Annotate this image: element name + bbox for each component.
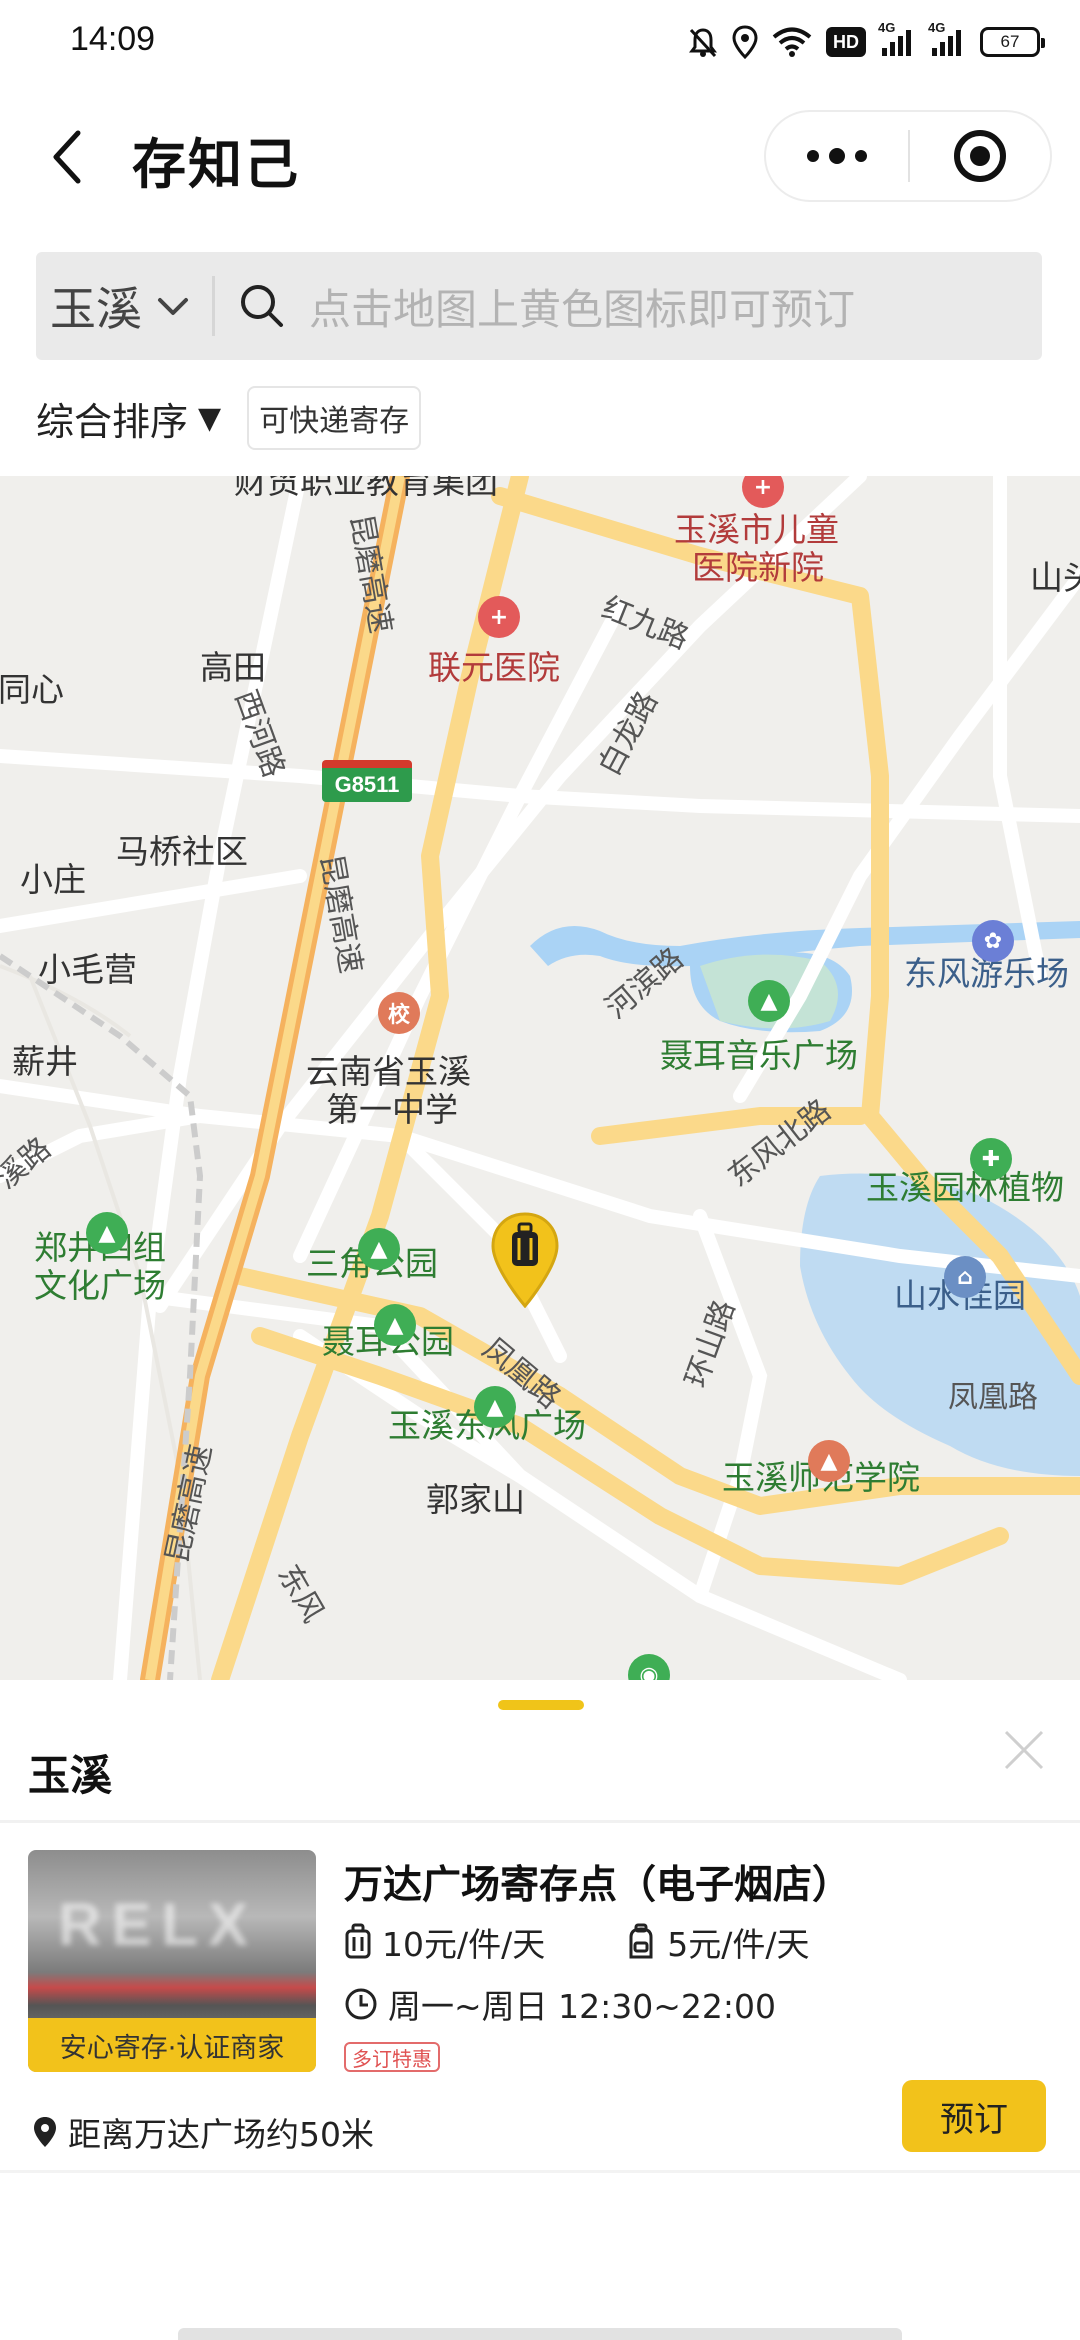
- distance-row: 距离万达广场约50米: [32, 2108, 374, 2156]
- school-icon[interactable]: 校: [378, 992, 420, 1034]
- certified-badge: 安心寄存·认证商家: [28, 2018, 316, 2072]
- park-icon[interactable]: ▲: [86, 1212, 128, 1254]
- map-view[interactable]: 财贸职业教育集团 玉溪市儿童 医院新院 山头 红九路 联元医院 高田 同心 西河…: [0, 476, 1080, 1680]
- network-type-label: 4G: [878, 20, 896, 35]
- map-label: 小庄: [20, 860, 86, 899]
- network-type-label: 4G: [928, 20, 946, 35]
- home-indicator[interactable]: [178, 2328, 902, 2340]
- close-mini-program-button[interactable]: [910, 112, 1050, 200]
- map-label: 同心: [0, 670, 64, 709]
- map-label: 高田: [200, 648, 266, 687]
- filter-row: 综合排序 ▼ 可快递寄存: [36, 386, 422, 450]
- more-dots-icon: [829, 148, 845, 164]
- map-label: 凤凰路: [948, 1380, 1038, 1415]
- store-name: 万达广场寄存点（电子烟店）: [344, 1863, 852, 1908]
- express-storage-filter-chip[interactable]: 可快递寄存: [247, 386, 422, 450]
- map-label: 财贸职业教育集团: [234, 476, 498, 501]
- park-icon[interactable]: ▲: [374, 1304, 416, 1346]
- bell-off-icon: [689, 28, 717, 58]
- distance-text: 距离万达广场约50米: [68, 2115, 374, 2154]
- map-label: 山头: [1030, 558, 1080, 597]
- garden-icon[interactable]: ✚: [970, 1138, 1012, 1180]
- search-bar: 玉溪 点击地图上黄色图标即可预订: [36, 252, 1042, 360]
- map-label: 马桥社区: [116, 832, 248, 871]
- clock-icon: [345, 1988, 377, 2020]
- map-label: 第一中学: [326, 1090, 458, 1129]
- map-label: 聂耳音乐广场: [660, 1036, 858, 1075]
- backpack-icon: [629, 1923, 653, 1959]
- page-title: 存知己: [132, 133, 300, 196]
- map-label: 文化广场: [34, 1266, 166, 1305]
- more-button[interactable]: [766, 112, 908, 200]
- sort-label: 综合排序: [36, 399, 189, 444]
- divider: [0, 1820, 1080, 1823]
- map-label: 玉溪市儿童: [674, 510, 839, 549]
- map-label: 联元医院: [428, 648, 560, 687]
- search-divider: [212, 276, 215, 336]
- hours-row: 周一~周日 12:30~22:00: [344, 1980, 776, 2028]
- book-button[interactable]: 预订: [902, 2080, 1046, 2152]
- chevron-left-icon: [53, 130, 81, 184]
- hd-icon: HD: [826, 27, 866, 57]
- park-icon[interactable]: ▲: [748, 980, 790, 1022]
- price-row: 10元/件/天 5元/件/天: [344, 1918, 809, 1966]
- close-icon[interactable]: [1000, 1726, 1048, 1774]
- luggage-price: 10元/件/天: [382, 1925, 546, 1964]
- signal-icon: 4G: [878, 20, 916, 58]
- university-icon[interactable]: ▲: [808, 1440, 850, 1482]
- battery-icon: 67: [980, 27, 1045, 57]
- promo-tag: 多订特惠: [344, 2042, 440, 2072]
- storage-location-pin-icon[interactable]: [490, 1212, 560, 1308]
- map-label: 医院新院: [692, 548, 824, 587]
- signal-icon: 4G: [928, 20, 966, 58]
- triangle-down-icon: ▼: [198, 400, 222, 436]
- location-pin-icon: [34, 2117, 56, 2147]
- hospital-icon[interactable]: +: [478, 596, 520, 638]
- city-name: 玉溪: [50, 282, 142, 336]
- map-label: 云南省玉溪: [306, 1052, 471, 1091]
- more-dots-icon: [807, 150, 819, 162]
- status-bar: 14:09 HD 4G 4G 67: [0, 0, 1080, 84]
- store-thumbnail: RELX 安心寄存·认证商家: [28, 1850, 316, 2072]
- park-icon[interactable]: ▲: [358, 1228, 400, 1270]
- sheet-handle[interactable]: [498, 1700, 584, 1710]
- status-time: 14:09: [70, 20, 156, 58]
- thumbnail-sign-text: RELX: [58, 1891, 259, 1958]
- sheet-title: 玉溪: [28, 1751, 113, 1800]
- target-icon: [953, 130, 1006, 182]
- highway-badge: G8511: [322, 760, 412, 802]
- residential-icon[interactable]: ⌂: [944, 1256, 986, 1298]
- nav-bar: 存知己: [0, 100, 1080, 212]
- mini-program-capsule: [764, 110, 1052, 202]
- park-icon[interactable]: ▲: [474, 1386, 516, 1428]
- map-label: 小毛营: [38, 950, 137, 989]
- store-list-sheet: 玉溪 RELX 安心寄存·认证商家 万达广场寄存点（电子烟店） 10元/件/天: [0, 1680, 1080, 2340]
- store-card[interactable]: RELX 安心寄存·认证商家 万达广场寄存点（电子烟店） 10元/件/天 5元/…: [0, 1830, 1080, 2170]
- chevron-down-icon: [158, 298, 188, 315]
- sort-dropdown[interactable]: 综合排序 ▼: [36, 391, 221, 446]
- search-icon: [241, 285, 283, 327]
- luggage-icon: [345, 1923, 371, 1959]
- status-icons: HD 4G 4G 67: [688, 20, 1045, 62]
- wifi-icon: [772, 27, 812, 57]
- app-root: 14:09 HD 4G 4G 67 存知己 玉溪 点击地图上黄色图标即可预订 综…: [0, 0, 1080, 2340]
- back-button[interactable]: [36, 122, 96, 192]
- city-selector[interactable]: 玉溪: [36, 252, 190, 360]
- search-input[interactable]: 点击地图上黄色图标即可预订: [309, 276, 855, 337]
- more-dots-icon: [855, 150, 867, 162]
- amusement-park-icon[interactable]: ✿: [972, 920, 1014, 962]
- location-icon: [732, 25, 758, 59]
- bag-price: 5元/件/天: [667, 1925, 810, 1964]
- divider: [0, 2170, 1080, 2173]
- battery-level: 67: [1000, 32, 1020, 51]
- business-hours: 周一~周日 12:30~22:00: [388, 1987, 776, 2026]
- map-label: 玉溪园林植物: [866, 1168, 1064, 1207]
- map-label: 薪井: [12, 1042, 78, 1081]
- map-label: 郭家山: [426, 1480, 525, 1519]
